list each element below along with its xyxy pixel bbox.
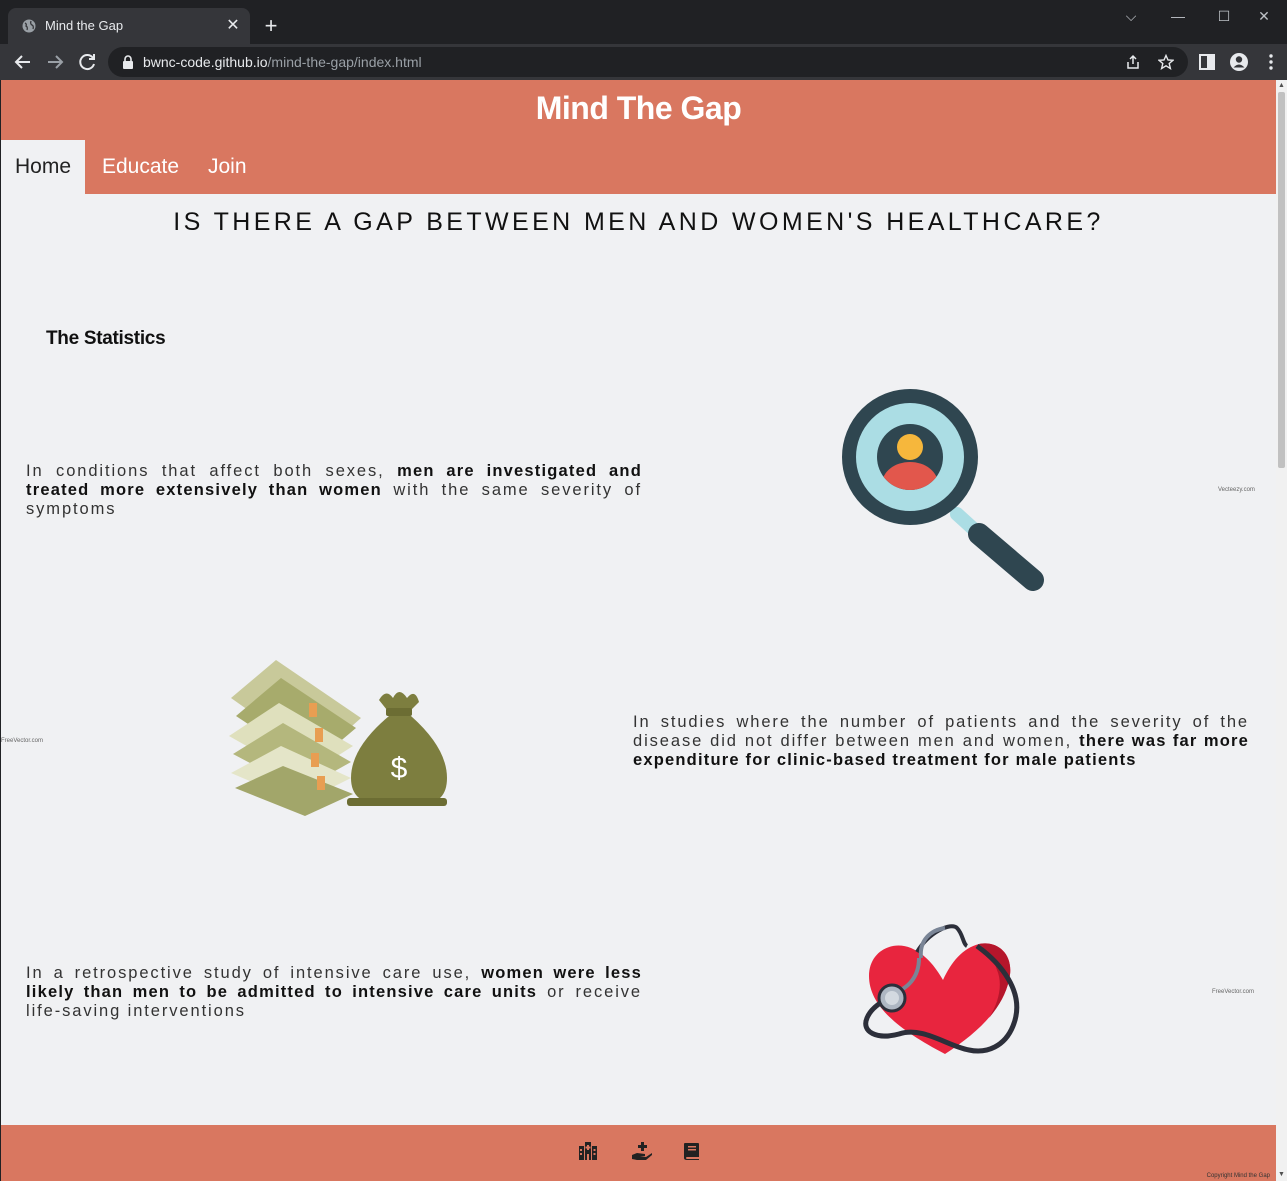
profile-avatar-icon[interactable]	[1225, 48, 1253, 76]
forward-icon[interactable]	[41, 48, 69, 76]
scrollbar-thumb[interactable]	[1278, 92, 1285, 468]
stat-text-1: In conditions that affect both sexes, me…	[26, 462, 642, 519]
minimize-icon[interactable]: —	[1155, 4, 1201, 28]
book-icon[interactable]	[681, 1140, 703, 1162]
share-icon[interactable]	[1125, 54, 1141, 70]
stat-text-3: In a retrospective study of intensive ca…	[26, 964, 642, 1021]
url-text: bwnc-code.github.io/mind-the-gap/index.h…	[143, 54, 422, 70]
page-headline: IS THERE A GAP BETWEEN MEN AND WOMEN'S H…	[173, 208, 1104, 236]
page-scrollbar[interactable]: ▲ ▼	[1276, 80, 1287, 1181]
heart-stethoscope-icon	[863, 924, 1020, 1054]
stat-text-2: In studies where the number of patients …	[633, 713, 1249, 770]
stat-1-pre: In conditions that affect both sexes,	[26, 462, 398, 480]
stat-3-pre: In a retrospective study of intensive ca…	[26, 964, 482, 982]
svg-text:$: $	[391, 752, 408, 785]
nav-educate[interactable]: Educate	[88, 140, 193, 194]
lock-icon	[123, 55, 133, 69]
nav-join[interactable]: Join	[194, 140, 261, 194]
web-page: Mind The Gap Home Educate Join IS THERE …	[1, 80, 1276, 1181]
site-footer: Copyright Mind the Gap	[1, 1125, 1276, 1181]
copyright-text: Copyright Mind the Gap	[1206, 1173, 1270, 1179]
money-stack-icon: $	[229, 660, 447, 816]
nav-home[interactable]: Home	[1, 140, 86, 194]
tab-search-icon[interactable]: ⌵	[1108, 4, 1154, 28]
site-title: Mind The Gap	[535, 90, 742, 126]
close-window-icon[interactable]: ✕	[1241, 4, 1287, 28]
section-title: The Statistics	[46, 328, 166, 349]
browser-tabstrip: Mind the Gap ✕ + ⌵ — ☐ ✕	[0, 0, 1287, 44]
image-credit-2[interactable]: FreeVector.com	[1, 738, 43, 744]
tab-title: Mind the Gap	[45, 18, 124, 33]
browser-toolbar: bwnc-code.github.io/mind-the-gap/index.h…	[0, 44, 1287, 80]
back-icon[interactable]	[9, 48, 37, 76]
magnifier-person-icon	[842, 389, 1044, 591]
scroll-down-arrow-icon[interactable]: ▼	[1278, 1171, 1285, 1179]
scroll-up-arrow-icon[interactable]: ▲	[1278, 82, 1285, 90]
address-bar[interactable]: bwnc-code.github.io/mind-the-gap/index.h…	[108, 47, 1188, 77]
side-panel-icon[interactable]	[1193, 48, 1221, 76]
image-credit-3[interactable]: FreeVector.com	[1212, 989, 1254, 995]
reload-icon[interactable]	[73, 48, 101, 76]
image-credit-1[interactable]: Vecteezy.com	[1218, 487, 1255, 493]
url-host: bwnc-code.github.io	[143, 54, 268, 70]
hand-donate-icon[interactable]	[631, 1140, 653, 1162]
site-header: Mind The Gap Home Educate Join	[1, 80, 1276, 194]
tab-close-icon[interactable]: ✕	[222, 15, 244, 37]
bookmark-star-icon[interactable]	[1158, 54, 1174, 70]
hospital-icon[interactable]	[577, 1140, 599, 1162]
url-path: /mind-the-gap/index.html	[267, 54, 422, 70]
menu-kebab-icon[interactable]	[1257, 48, 1285, 76]
browser-tab[interactable]: Mind the Gap ✕	[8, 8, 250, 44]
new-tab-icon[interactable]: +	[258, 13, 284, 39]
globe-icon	[22, 19, 36, 33]
